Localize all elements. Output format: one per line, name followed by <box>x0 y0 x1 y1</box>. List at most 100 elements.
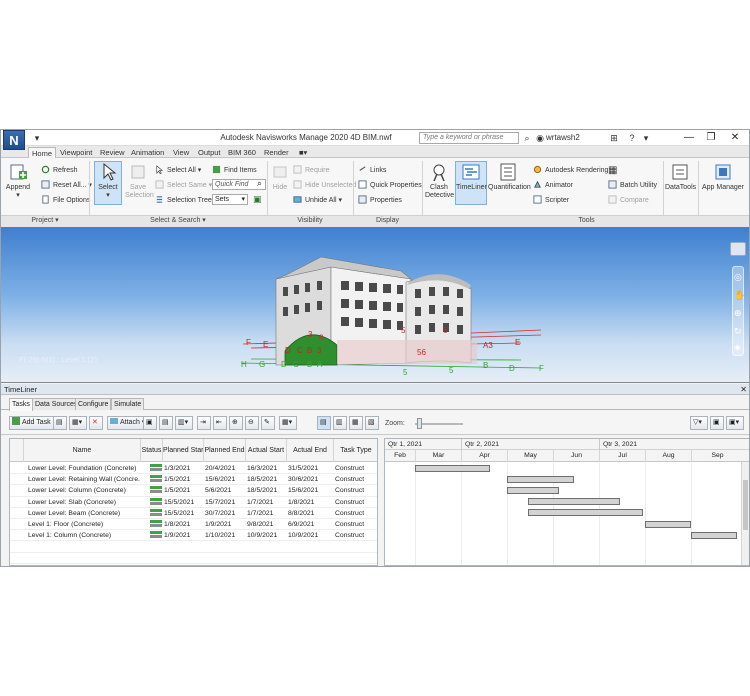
help-search-input[interactable]: Type a keyword or phrase <box>419 132 519 144</box>
gantt-task-bar[interactable] <box>415 464 491 472</box>
auto-add-tasks-button[interactable]: ▦▾ <box>69 416 87 430</box>
cart-icon[interactable]: ⊞ <box>608 132 620 144</box>
quick-access-icon[interactable]: ▾ <box>31 132 43 144</box>
table-row[interactable]: Lower Level: Foundation (Concrete) 1/3/20… <box>10 463 377 475</box>
scrollbar-thumb[interactable] <box>743 480 748 530</box>
quantification-button[interactable]: Quantification <box>488 162 531 192</box>
3d-viewport[interactable]: FE3a 5 6 56 A3 E DCB3 HGDCBA 55BDF F(-29)-5(… <box>1 227 749 383</box>
table-row[interactable] <box>10 541 377 553</box>
task-type[interactable] <box>335 553 377 564</box>
hide-unselected-button[interactable]: Hide Unselected <box>293 180 356 191</box>
gantt-task-bar[interactable] <box>528 498 621 506</box>
appearance-profiler-icon[interactable]: ▦ <box>608 165 617 176</box>
task-name[interactable]: Lower Level: Retaining Wall (Concre... <box>28 474 140 485</box>
tab-review[interactable]: Review <box>97 147 128 158</box>
search-icon[interactable]: ⌕ <box>521 132 533 144</box>
clash-detective-button[interactable]: Clash Detective <box>425 162 454 200</box>
project-panel-label[interactable]: Project ▾ <box>1 216 89 226</box>
table-row[interactable]: Level 1: Floor (Concrete) 1/8/2021 1/9/202… <box>10 519 377 531</box>
orbit-icon[interactable]: ↻ <box>734 326 742 337</box>
animator-button[interactable]: Animator <box>533 180 573 191</box>
help-dropdown-icon[interactable]: ▾ <box>640 132 652 144</box>
col-task-type[interactable]: Task Type <box>334 439 377 462</box>
planned-start[interactable]: 15/5/2021 <box>164 497 204 508</box>
find-items-button[interactable]: Find Items <box>212 165 257 176</box>
planned-end[interactable]: 1/10/2021 <box>205 530 245 541</box>
col-status[interactable]: Status <box>141 439 163 462</box>
tab-bim360[interactable]: BIM 360 <box>225 147 259 158</box>
actual-end[interactable]: 1/8/2021 <box>288 497 333 508</box>
tab-simulate[interactable]: Simulate <box>111 398 145 410</box>
actual-end[interactable]: 31/5/2021 <box>288 463 333 474</box>
planned-start[interactable] <box>164 541 204 552</box>
tab-animation[interactable]: Animation <box>128 147 167 158</box>
task-type[interactable]: Construct <box>335 508 377 519</box>
planned-end[interactable]: 5/6/2021 <box>205 485 245 496</box>
tab-extra[interactable]: ■▾ <box>296 147 310 158</box>
tab-output[interactable]: Output <box>195 147 224 158</box>
col-planned-end[interactable]: Planned End <box>204 439 246 462</box>
gantt-task-bar[interactable] <box>645 520 691 528</box>
user-icon[interactable]: ◉ <box>534 132 546 144</box>
table-row[interactable]: Lower Level: Column (Concrete) 1/5/2021 5/… <box>10 485 377 497</box>
links-button[interactable]: Links <box>358 165 386 176</box>
actual-end[interactable]: 8/8/2021 <box>288 508 333 519</box>
actual-start[interactable]: 16/3/2021 <box>247 463 287 474</box>
add-task-button[interactable]: Add Task <box>9 416 54 430</box>
planned-start[interactable]: 1/3/2021 <box>164 463 204 474</box>
actual-start[interactable]: 10/9/2021 <box>247 530 287 541</box>
planned-end[interactable] <box>205 553 245 564</box>
filter-button[interactable]: ▥▾ <box>175 416 193 430</box>
task-type[interactable]: Construct <box>335 463 377 474</box>
rules-button[interactable]: ▤ <box>159 416 173 430</box>
unhide-all-button[interactable]: Unhide All ▾ <box>293 195 342 206</box>
properties-button[interactable]: Properties <box>358 195 402 206</box>
zoom-slider-thumb[interactable] <box>417 418 422 429</box>
select-all-button[interactable]: Select All ▾ <box>155 165 201 176</box>
actual-end[interactable]: 10/9/2021 <box>288 530 333 541</box>
actual-end[interactable]: 30/6/2021 <box>288 474 333 485</box>
app-logo[interactable]: N <box>3 130 25 150</box>
hide-button[interactable]: Hide <box>270 162 290 192</box>
planned-end[interactable]: 20/4/2021 <box>205 463 245 474</box>
col-actual-start[interactable]: Actual Start <box>246 439 287 462</box>
task-name[interactable]: Lower Level: Beam (Concrete) <box>28 508 140 519</box>
insert-task-button[interactable]: ▤ <box>53 416 67 430</box>
tab-viewpoint[interactable]: Viewpoint <box>57 147 95 158</box>
table-row[interactable] <box>10 553 377 564</box>
panel-close-icon[interactable]: ✕ <box>740 384 747 395</box>
planned-end[interactable]: 30/7/2021 <box>205 508 245 519</box>
task-type[interactable] <box>335 541 377 552</box>
gantt-task-bar[interactable] <box>507 486 560 494</box>
quick-find-search-icon[interactable]: ⌕ <box>257 178 262 189</box>
sets-manage-icon[interactable]: ▣ <box>253 194 262 205</box>
require-button[interactable]: Require <box>293 165 330 176</box>
tab-data-sources[interactable]: Data Sources <box>32 398 81 410</box>
help-icon[interactable]: ? <box>626 132 638 144</box>
tab-view[interactable]: View <box>170 147 192 158</box>
show-grid-button[interactable]: ▤ <box>317 416 331 430</box>
collapse-button[interactable]: ⊖ <box>245 416 259 430</box>
planned-start[interactable]: 1/8/2021 <box>164 519 204 530</box>
import-button[interactable]: ▣ <box>710 416 724 430</box>
actual-start[interactable] <box>247 541 287 552</box>
gantt-task-bar[interactable] <box>507 475 575 483</box>
planned-end[interactable]: 1/9/2021 <box>205 519 245 530</box>
indent-button[interactable]: ⇥ <box>197 416 211 430</box>
zoom-icon[interactable]: ⊕ <box>734 308 742 319</box>
gantt-task-bar[interactable] <box>691 531 737 539</box>
planned-start[interactable]: 1/9/2021 <box>164 530 204 541</box>
columns-button[interactable]: ▦▾ <box>279 416 297 430</box>
maximize-button[interactable]: ❐ <box>701 131 721 145</box>
task-type[interactable]: Construct <box>335 497 377 508</box>
actual-start[interactable]: 1/7/2021 <box>247 497 287 508</box>
actual-end[interactable] <box>288 553 333 564</box>
tab-tasks[interactable]: Tasks <box>9 398 33 411</box>
task-type[interactable]: Construct <box>335 530 377 541</box>
tab-render[interactable]: Render <box>261 147 292 158</box>
task-name[interactable]: Lower Level: Column (Concrete) <box>28 485 140 496</box>
planned-start[interactable] <box>164 553 204 564</box>
planned-start[interactable]: 15/5/2021 <box>164 508 204 519</box>
viewcube-icon[interactable] <box>730 242 746 256</box>
actual-start[interactable] <box>247 553 287 564</box>
